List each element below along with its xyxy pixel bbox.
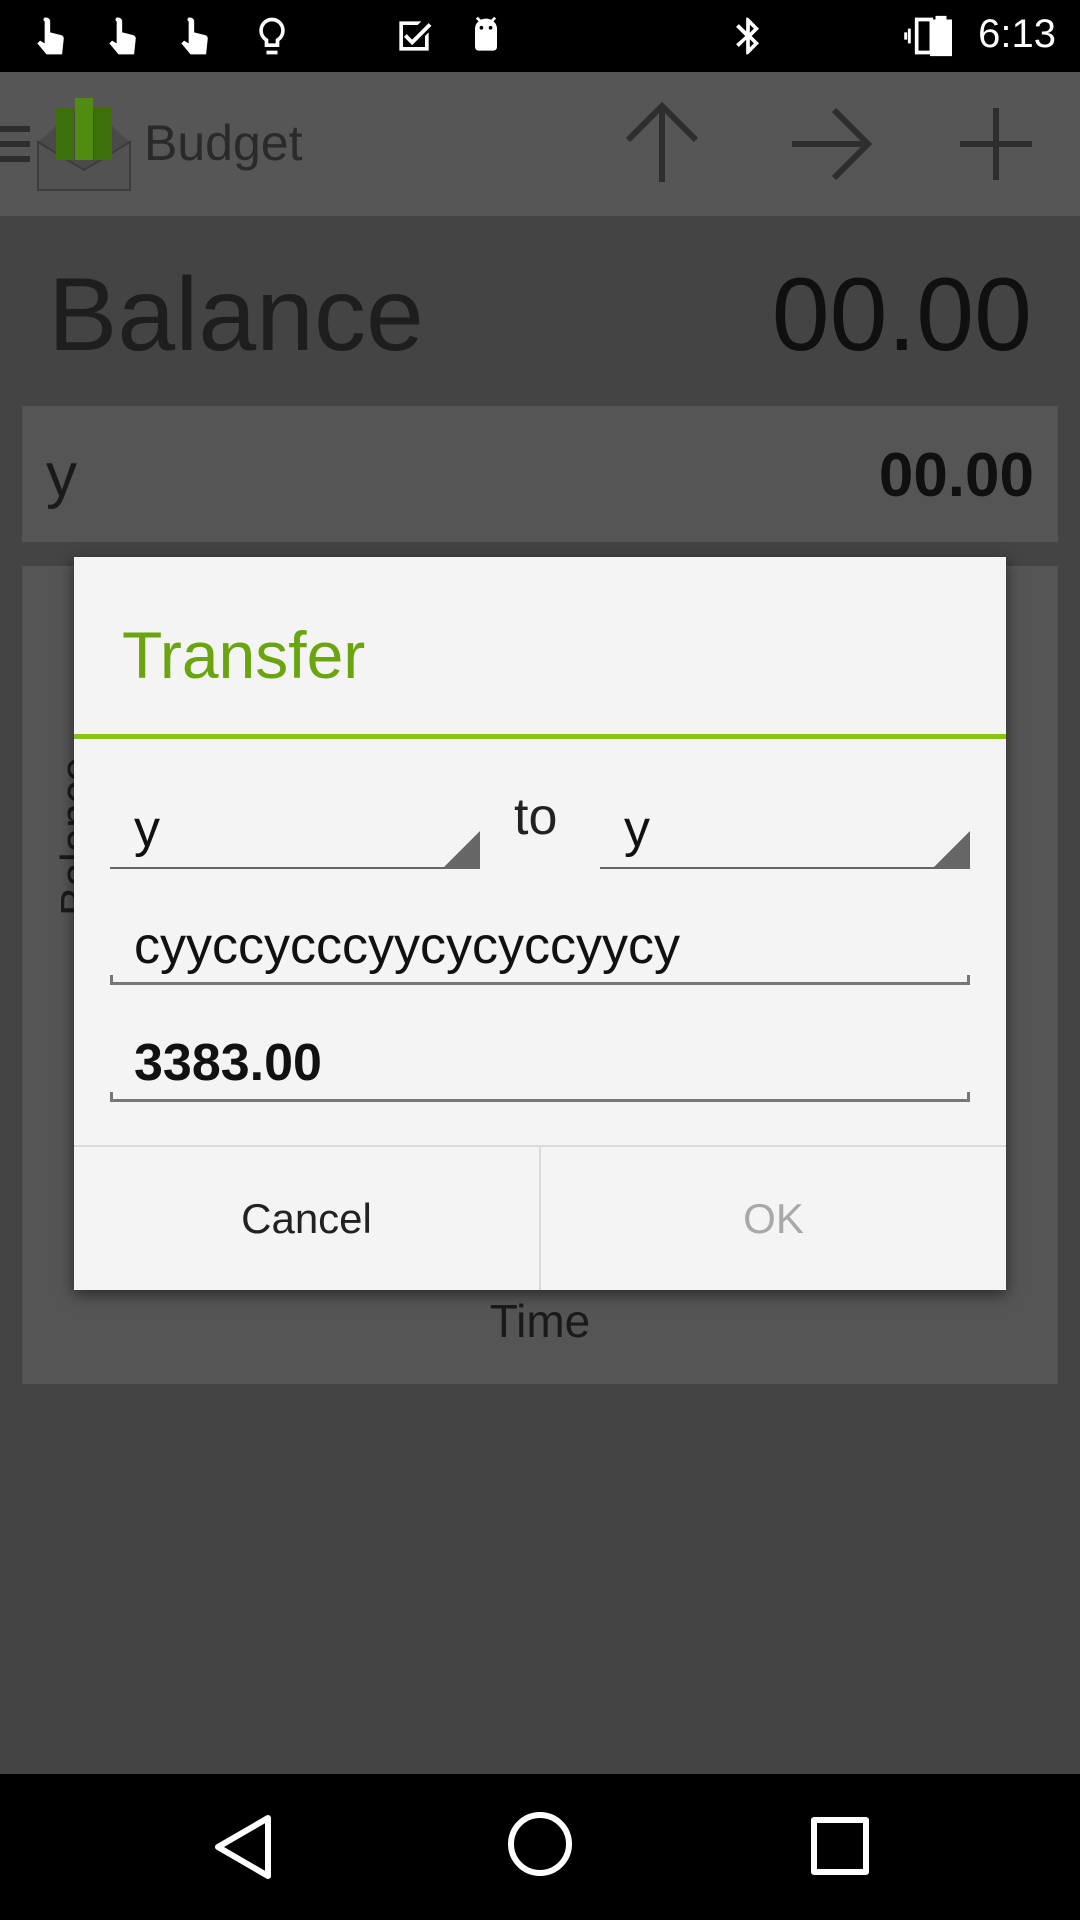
description-value: cyyccycccyycycyccyycy [134,917,680,975]
status-bar: 6:13 [0,0,1080,72]
hand-pointer-icon [37,17,64,55]
cancel-button[interactable]: Cancel [74,1147,539,1290]
amount-value: 3383.00 [134,1034,322,1092]
home-icon[interactable] [506,1810,574,1878]
app-title: Budget [144,115,303,171]
transfer-dialog-fields: y to y cyyccycccyycycyccyycy 3383.00 Can… [74,557,1006,1290]
account-value: 00.00 [878,441,1034,510]
hand-pointer-icon [109,17,136,55]
to-label: to [514,788,558,846]
amount-field[interactable]: 3383.00 [110,1031,970,1102]
balance-value: 00.00 [771,257,1032,373]
plus-icon[interactable] [958,106,1034,182]
from-account-spinner[interactable]: y [110,797,480,869]
back-icon[interactable] [212,1812,274,1882]
to-account-spinner[interactable]: y [600,797,970,869]
recent-apps-icon[interactable] [810,1816,870,1876]
from-account-value: y [134,800,160,858]
ok-button[interactable]: OK [541,1147,1006,1290]
arrow-right-icon[interactable] [788,102,872,186]
lightbulb-icon [259,17,285,55]
account-row[interactable]: y 00.00 [22,406,1058,542]
chart-x-label: Time [489,1295,591,1347]
navigation-bar [0,1774,1080,1920]
app-logo[interactable] [34,94,134,194]
description-field[interactable]: cyyccycccyycycyccyycy [110,914,970,985]
check-box-icon [399,21,432,51]
battery-icon [930,15,952,57]
to-account-value: y [624,800,650,858]
arrow-up-icon[interactable] [620,102,704,186]
android-icon [475,16,497,51]
action-bar: Budget [0,72,1080,216]
menu-icon[interactable] [0,120,30,168]
hand-pointer-icon [181,17,208,55]
balance-label: Balance [48,257,424,373]
account-name: y [46,441,77,510]
status-time: 6:13 [978,12,1056,56]
dropdown-triangle-icon [934,831,970,867]
dropdown-triangle-icon [444,831,480,867]
bluetooth-icon [736,17,759,55]
